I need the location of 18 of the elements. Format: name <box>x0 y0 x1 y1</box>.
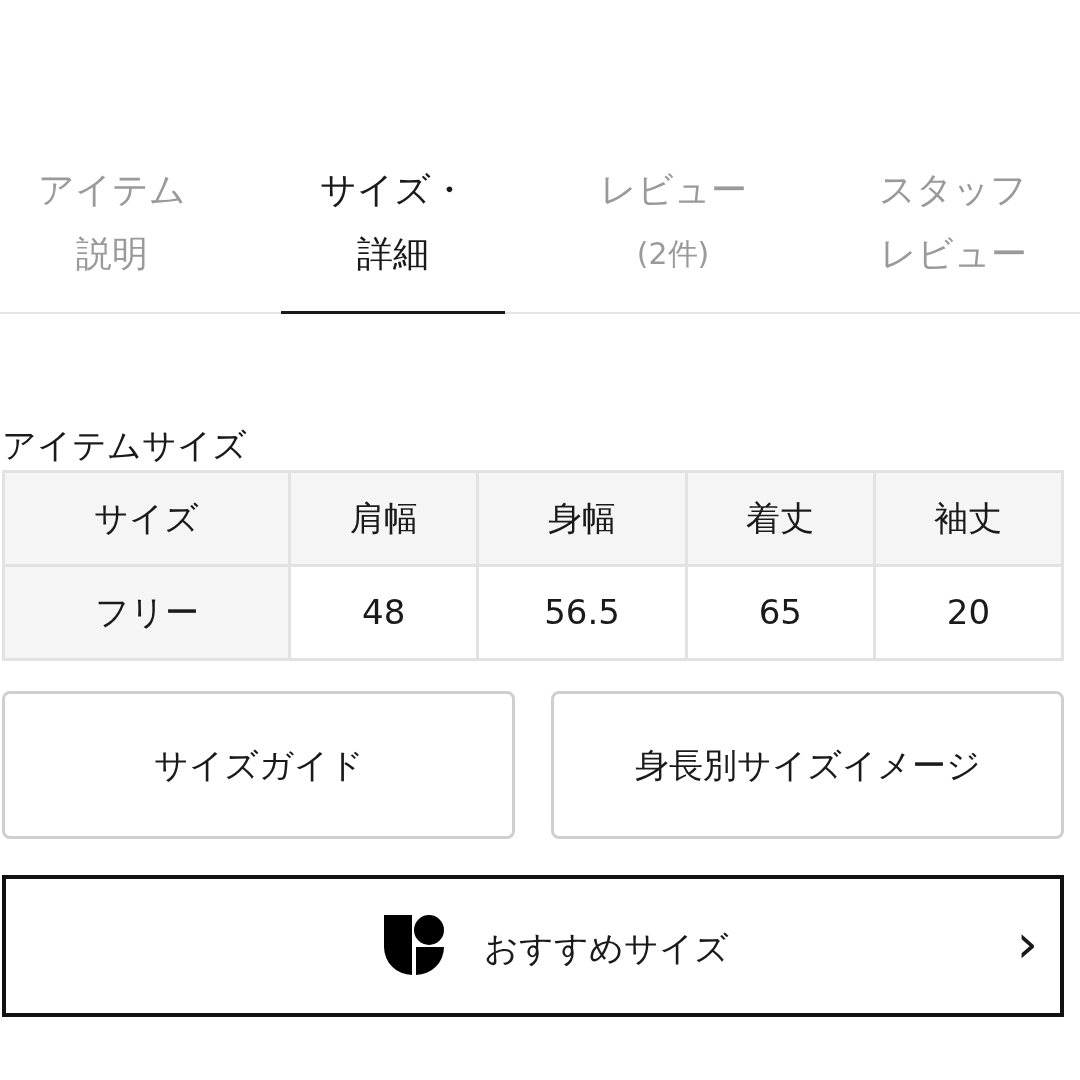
logo-icon <box>384 915 444 975</box>
table-cell: 65 <box>686 565 875 660</box>
column-header: 身幅 <box>477 471 687 566</box>
column-header: 着丈 <box>686 471 875 566</box>
size-button[interactable]: 身長別サイズイメージ <box>551 691 1064 839</box>
tab[interactable]: サイズ・ 詳細 <box>281 150 505 314</box>
recommend-size-label: おすすめサイズ <box>484 927 729 970</box>
table-cell: 56.5 <box>477 565 687 660</box>
column-header: 肩幅 <box>289 471 478 566</box>
column-header: 袖丈 <box>874 471 1063 566</box>
column-header: サイズ <box>3 471 290 566</box>
chevron-icon: › <box>1016 909 1038 979</box>
table-cell: フリー <box>3 565 290 660</box>
table-cell: 48 <box>289 565 478 660</box>
table-cell: 20 <box>874 565 1063 660</box>
recommend-size-button[interactable]: おすすめサイズ › <box>2 875 1064 1017</box>
size-button[interactable]: サイズガイド <box>2 691 515 839</box>
section-title: アイテムサイズ <box>1 424 248 467</box>
